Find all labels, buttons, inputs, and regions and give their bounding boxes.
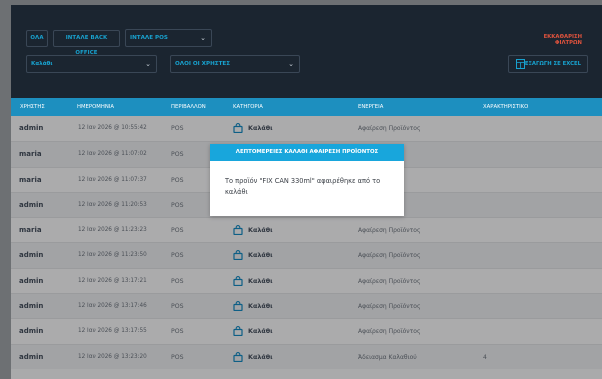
category-select-value: Καλάθι (31, 61, 53, 67)
row-action: Αφαίρεση Προϊόντος (358, 303, 421, 311)
row-action: Αφαίρεση Προϊόντος (358, 252, 421, 260)
row-action: Άδειασμα Καλαθιού (358, 353, 417, 361)
row-environment: POS (171, 303, 184, 311)
row-environment: POS (171, 328, 184, 336)
chevron-down-icon: ⌄ (145, 60, 151, 68)
row-date: 12 Ιαν 2026 @ 11:23:50 (78, 252, 147, 259)
row-date: 12 Ιαν 2026 @ 13:17:55 (78, 328, 147, 335)
row-date: 12 Ιαν 2026 @ 13:17:21 (78, 277, 147, 284)
row-user: maria (19, 226, 42, 235)
row-environment: POS (171, 125, 184, 132)
chevron-down-icon: ⌄ (200, 34, 206, 42)
filters-panel: ΟΛΑ ΙΝΤΑΛΕ BACK OFFICE ΙΝΤΑΛΕ POS ⌄ ΕΚΚΑ… (11, 5, 602, 98)
column-environment[interactable]: ΠΕΡΙΒΑΛΛΟΝ (171, 98, 206, 116)
row-user: admin (19, 200, 44, 209)
row-environment: POS (171, 252, 184, 260)
spreadsheet-icon (516, 59, 525, 69)
row-feature: 4 (483, 353, 487, 361)
row-category-label: Καλάθι (248, 251, 273, 260)
row-user: admin (19, 327, 44, 336)
column-category[interactable]: ΚΑΤΗΓΟΡΙΑ (233, 98, 263, 116)
shopping-bag-icon (233, 225, 243, 236)
table-row[interactable]: admin 12 Ιαν 2026 @ 13:17:46 POS Καλάθι … (11, 293, 602, 319)
row-date: 12 Ιαν 2026 @ 13:23:20 (78, 353, 147, 360)
row-environment: POS (171, 151, 184, 159)
row-user: maria (19, 175, 42, 184)
row-user: maria (19, 150, 42, 159)
table-row[interactable]: maria 12 Ιαν 2026 @ 11:23:23 POS Καλάθι … (11, 217, 602, 243)
row-user: admin (19, 276, 44, 285)
row-action: Αφαίρεση Προϊόντος (358, 227, 421, 235)
shopping-bag-icon (233, 250, 243, 261)
column-feature[interactable]: ΧΑΡΑΚΤΗΡΙΣΤΙΚΟ (483, 98, 528, 116)
table-row[interactable]: admin 12 Ιαν 2026 @ 10:55:42 POS Καλάθι … (11, 116, 602, 142)
row-user: admin (19, 251, 44, 260)
shopping-bag-icon (233, 275, 243, 286)
row-date: 12 Ιαν 2026 @ 10:55:42 (78, 125, 147, 131)
users-select[interactable]: ΟΛΟΙ ΟΙ ΧΡΗΣΤΕΣ ⌄ (170, 55, 300, 73)
users-select-value: ΟΛΟΙ ΟΙ ΧΡΗΣΤΕΣ (175, 61, 231, 67)
category-select[interactable]: Καλάθι ⌄ (26, 55, 157, 73)
filter-all-button[interactable]: ΟΛΑ (26, 30, 48, 47)
row-user: admin (19, 124, 44, 132)
row-category-label: Καλάθι (248, 302, 273, 311)
row-category-label: Καλάθι (248, 352, 273, 361)
row-environment: POS (171, 227, 184, 235)
filter-pos-select[interactable]: ΙΝΤΑΛΕ POS ⌄ (125, 29, 212, 47)
row-date: 12 Ιαν 2026 @ 13:17:46 (78, 303, 147, 310)
table-row[interactable]: admin 12 Ιαν 2026 @ 13:17:21 POS Καλάθι … (11, 267, 602, 294)
row-action: Αφαίρεση Προϊόντος (358, 125, 421, 132)
row-category-label: Καλάθι (248, 276, 273, 285)
row-date: 12 Ιαν 2026 @ 11:07:37 (78, 176, 147, 183)
shopping-bag-icon (233, 301, 243, 312)
filter-pos-label: ΙΝΤΑΛΕ POS (130, 35, 168, 41)
row-category-label: Καλάθι (248, 226, 273, 235)
row-category-label: Καλάθι (248, 124, 273, 132)
clear-filters-link[interactable]: ΕΚΚΑΘΑΡΙΣΗ ΦΙΛΤΡΩΝ (516, 34, 582, 46)
row-user: admin (19, 352, 44, 361)
row-user: admin (19, 302, 44, 311)
modal-message: Το προϊόν "FIX CAN 330ml" αφαιρέθηκε από… (225, 177, 381, 196)
details-modal: ΛΕΠΤΟΜΕΡΕΙΕΣ ΚΑΛΑΘΙ ΑΦΑΙΡΕΣΗ ΠΡΟΪΟΝΤΟΣ Τ… (210, 144, 404, 216)
row-date: 12 Ιαν 2026 @ 11:07:02 (78, 151, 147, 158)
modal-title: ΛΕΠΤΟΜΕΡΕΙΕΣ ΚΑΛΑΘΙ ΑΦΑΙΡΕΣΗ ΠΡΟΪΟΝΤΟΣ (210, 144, 404, 161)
column-user[interactable]: ΧΡΗΣΤΗΣ (20, 98, 45, 116)
row-date: 12 Ιαν 2026 @ 11:23:23 (78, 227, 147, 234)
chevron-down-icon: ⌄ (288, 60, 294, 68)
table-row[interactable]: admin 12 Ιαν 2026 @ 11:23:50 POS Καλάθι … (11, 242, 602, 268)
row-category-label: Καλάθι (248, 327, 273, 336)
row-action: Αφαίρεση Προϊόντος (358, 328, 421, 336)
export-label: ΕΞΑΓΩΓΗ ΣΕ EXCEL (524, 61, 581, 67)
shopping-bag-icon (233, 123, 243, 133)
row-environment: POS (171, 277, 184, 285)
table-row[interactable]: admin 12 Ιαν 2026 @ 13:23:20 POS Καλάθι … (11, 343, 602, 369)
row-environment: POS (171, 176, 184, 184)
row-date: 12 Ιαν 2026 @ 11:20:53 (78, 201, 147, 208)
table-row[interactable]: admin 12 Ιαν 2026 @ 13:17:55 POS Καλάθι … (11, 318, 602, 344)
filter-back-office-button[interactable]: ΙΝΤΑΛΕ BACK OFFICE (53, 30, 120, 56)
row-environment: POS (171, 201, 184, 209)
shopping-bag-icon (233, 326, 243, 337)
column-date[interactable]: ΗΜΕΡΟΜΗΝΙΑ (77, 98, 114, 116)
column-action[interactable]: ΕΝΕΡΓΕΙΑ (358, 98, 383, 116)
table-header: ΧΡΗΣΤΗΣ ΗΜΕΡΟΜΗΝΙΑ ΠΕΡΙΒΑΛΛΟΝ ΚΑΤΗΓΟΡΙΑ … (11, 98, 602, 116)
row-environment: POS (171, 353, 184, 361)
row-action: Αφαίρεση Προϊόντος (358, 277, 421, 285)
shopping-bag-icon (233, 351, 243, 362)
export-excel-button[interactable]: ΕΞΑΓΩΓΗ ΣΕ EXCEL (508, 55, 588, 73)
